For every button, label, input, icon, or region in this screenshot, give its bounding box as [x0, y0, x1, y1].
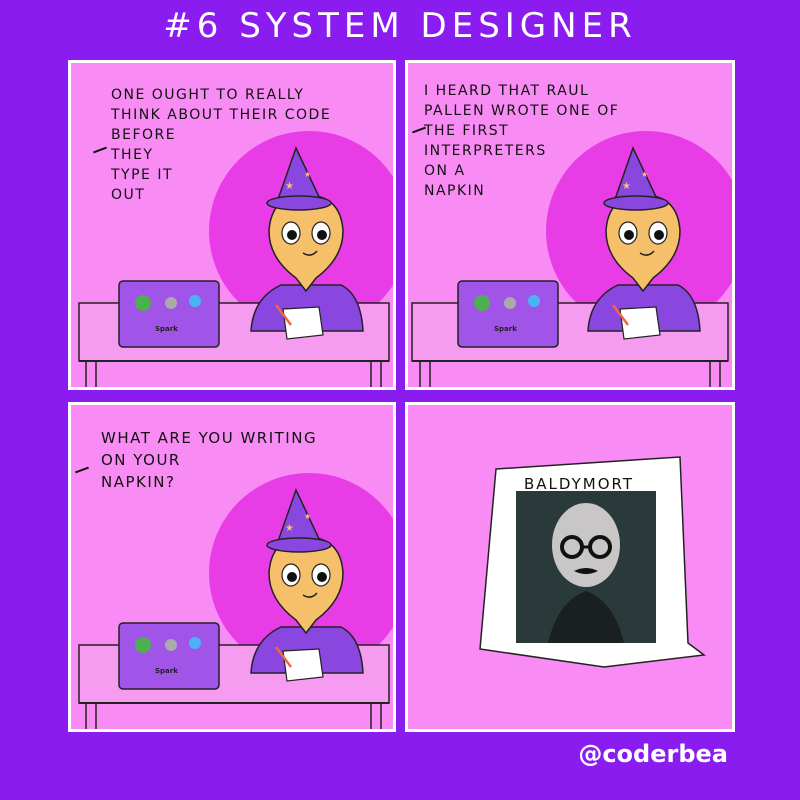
- comic-panel-3: ★ ★ Spark WHAT ARE YOU WRITING ON YOUR N…: [68, 402, 396, 732]
- comic-panel-2: ★ ★ Spark I HEARD THAT RAUL PALLEN WROTE…: [405, 60, 735, 390]
- laptop: [457, 280, 559, 348]
- comic-panel-4: BALDYMORT: [405, 402, 735, 732]
- svg-text:★: ★: [622, 181, 631, 192]
- poster-title: BALDYMORT: [524, 475, 635, 493]
- svg-text:★: ★: [304, 512, 311, 521]
- laptop-sticker-label: Spark: [494, 325, 517, 333]
- speech-bubble-1: ONE OUGHT TO REALLY THINK ABOUT THEIR CO…: [111, 87, 332, 203]
- speech-bubble-3: WHAT ARE YOU WRITING ON YOUR NAPKIN?: [101, 429, 318, 491]
- svg-text:★: ★: [641, 170, 648, 179]
- laptop-sticker-label: Spark: [155, 325, 178, 333]
- comic-title: #6 SYSTEM DESIGNER: [163, 6, 637, 46]
- speech-bubble-2: I HEARD THAT RAUL PALLEN WROTE ONE OF TH…: [424, 83, 620, 199]
- artist-credit: @coderbea: [578, 740, 728, 768]
- laptop-sticker-label: Spark: [155, 667, 178, 675]
- laptop: [118, 280, 220, 348]
- svg-text:★: ★: [285, 523, 294, 534]
- laptop: [118, 622, 220, 690]
- comic-panel-1: ★ ★ Spark ONE OUGHT TO REALLY THINK ABOU…: [68, 60, 396, 390]
- panel-4-artwork: [479, 456, 706, 668]
